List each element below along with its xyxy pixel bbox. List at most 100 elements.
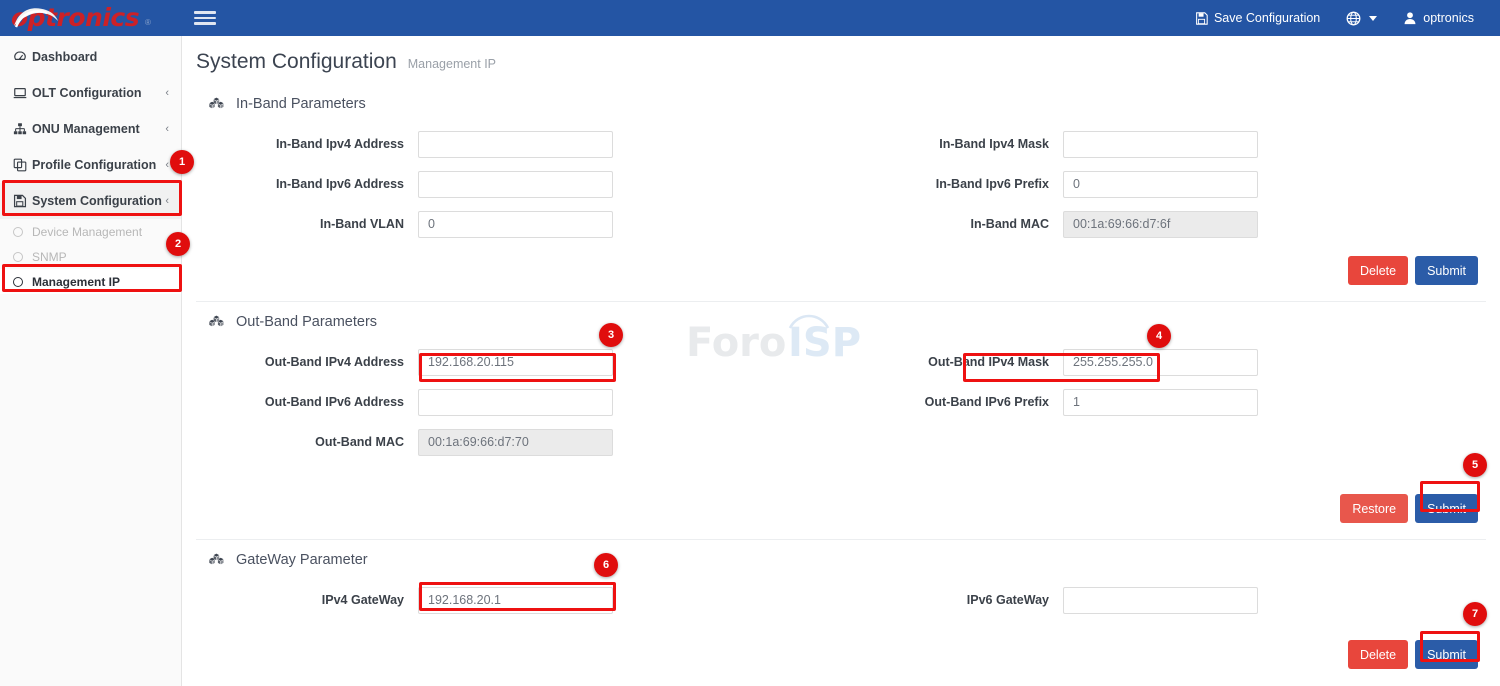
olt-icon (13, 86, 32, 100)
out-band-ipv6-address-input[interactable] (418, 389, 613, 416)
annotation-badge-7: 7 (1463, 602, 1487, 626)
field-row: In-Band Ipv4 Address In-Band Ipv4 Mask (196, 124, 1486, 164)
in-band-mac-input (1063, 211, 1258, 238)
sidebar-item-label: ONU Management (32, 122, 165, 136)
floppy-disk-icon (1195, 12, 1208, 25)
in-band-vlan-label: In-Band VLAN (196, 217, 418, 231)
sidebar: Dashboard OLT Configuration ‹ (0, 36, 182, 686)
out-band-section-title: Out-Band Parameters (236, 314, 377, 330)
out-band-submit-button[interactable]: Submit (1415, 494, 1478, 523)
gateway-submit-button[interactable]: Submit (1415, 640, 1478, 669)
in-band-ipv4-address-label: In-Band Ipv4 Address (196, 137, 418, 151)
sidebar-item-profile-configuration[interactable]: Profile Configuration ‹ (0, 147, 181, 183)
annotation-badge-6: 6 (594, 553, 618, 577)
sidebar-subitem-snmp[interactable]: SNMP (0, 244, 181, 269)
field-row: Out-Band IPv6 Address Out-Band IPv6 Pref… (196, 382, 1486, 422)
in-band-ipv6-prefix-label: In-Band Ipv6 Prefix (836, 177, 1063, 191)
in-band-section-title: In-Band Parameters (236, 96, 366, 112)
logo-registered-mark: ® (145, 18, 151, 27)
user-name-label: optronics (1423, 11, 1474, 25)
out-band-ipv4-address-input[interactable] (418, 349, 613, 376)
annotation-badge-4: 4 (1147, 324, 1171, 348)
out-band-ipv6-prefix-input[interactable] (1063, 389, 1258, 416)
circle-bullet-icon (13, 252, 23, 262)
field-row: In-Band VLAN In-Band MAC (196, 204, 1486, 244)
user-icon (1403, 11, 1417, 25)
globe-icon (1346, 11, 1361, 26)
ipv4-gateway-label: IPv4 GateWay (196, 593, 418, 607)
gateway-section-title: GateWay Parameter (236, 552, 368, 568)
ipv6-gateway-input[interactable] (1063, 587, 1258, 614)
field-row: IPv4 GateWay IPv6 GateWay (196, 580, 1486, 620)
annotation-badge-2: 2 (166, 232, 190, 256)
sidebar-item-label: Profile Configuration (32, 158, 165, 172)
out-band-ipv6-prefix-label: Out-Band IPv6 Prefix (836, 395, 1063, 409)
circle-bullet-icon (13, 227, 23, 237)
gateway-button-row: Delete Submit (196, 620, 1486, 685)
out-band-mac-input (418, 429, 613, 456)
sidebar-item-dashboard[interactable]: Dashboard (0, 39, 181, 75)
out-band-ipv4-mask-label: Out-Band IPv4 Mask (836, 355, 1063, 369)
page-header: System Configuration Management IP (182, 36, 1500, 84)
out-band-mac-label: Out-Band MAC (196, 435, 418, 449)
out-band-ipv4-address-label: Out-Band IPv4 Address (196, 355, 418, 369)
sidebar-item-system-configuration[interactable]: System Configuration ‹ (0, 183, 181, 219)
out-band-ipv6-address-label: Out-Band IPv6 Address (196, 395, 418, 409)
hamburger-menu-icon[interactable] (194, 8, 216, 28)
ipv6-gateway-label: IPv6 GateWay (836, 593, 1063, 607)
in-band-ipv4-address-input[interactable] (418, 131, 613, 158)
annotation-badge-3: 3 (599, 323, 623, 347)
brand-logo[interactable]: optronics ® (0, 0, 182, 36)
field-row: In-Band Ipv6 Address In-Band Ipv6 Prefix (196, 164, 1486, 204)
out-band-fields: Out-Band IPv4 Address Out-Band IPv4 Mask… (196, 340, 1486, 462)
field-row: Out-Band IPv4 Address Out-Band IPv4 Mask (196, 342, 1486, 382)
logo-text: optronics (11, 3, 139, 32)
sidebar-item-label: Dashboard (32, 50, 169, 64)
in-band-ipv6-address-label: In-Band Ipv6 Address (196, 177, 418, 191)
out-band-ipv4-mask-input[interactable] (1063, 349, 1258, 376)
chevron-left-icon: ‹ (165, 123, 169, 135)
system-icon (13, 194, 32, 208)
language-selector[interactable] (1346, 11, 1377, 26)
cubes-icon (208, 97, 227, 112)
out-band-button-row: Restore Submit (196, 462, 1486, 539)
sidebar-subitem-device-management[interactable]: Device Management (0, 219, 181, 244)
dashboard-icon (13, 50, 32, 64)
annotation-badge-1: 1 (170, 150, 194, 174)
circle-bullet-icon (13, 277, 23, 287)
profile-icon (13, 158, 32, 172)
in-band-vlan-input[interactable] (418, 211, 613, 238)
sidebar-item-olt-configuration[interactable]: OLT Configuration ‹ (0, 75, 181, 111)
sidebar-subitem-management-ip[interactable]: Management IP (0, 269, 181, 294)
in-band-section-header: In-Band Parameters (196, 84, 1486, 122)
out-band-restore-button[interactable]: Restore (1340, 494, 1408, 523)
gateway-section-header: GateWay Parameter (196, 540, 1486, 578)
in-band-parameters-panel: In-Band Parameters In-Band Ipv4 Address … (196, 84, 1486, 302)
chevron-left-icon: ‹ (165, 87, 169, 99)
ipv4-gateway-input[interactable] (418, 587, 613, 614)
sidebar-subitem-label: Device Management (32, 225, 142, 239)
gateway-fields: IPv4 GateWay IPv6 GateWay (196, 578, 1486, 620)
in-band-delete-button[interactable]: Delete (1348, 256, 1408, 285)
out-band-section-header: Out-Band Parameters (196, 302, 1486, 340)
in-band-ipv4-mask-input[interactable] (1063, 131, 1258, 158)
cubes-icon (208, 553, 227, 568)
gateway-delete-button[interactable]: Delete (1348, 640, 1408, 669)
save-configuration-label: Save Configuration (1214, 11, 1320, 25)
page-subtitle: Management IP (408, 57, 496, 71)
user-menu[interactable]: optronics (1403, 11, 1474, 25)
field-row: Out-Band MAC (196, 422, 1486, 462)
in-band-ipv6-prefix-input[interactable] (1063, 171, 1258, 198)
in-band-submit-button[interactable]: Submit (1415, 256, 1478, 285)
chevron-left-icon: ‹ (165, 195, 169, 207)
annotation-badge-5: 5 (1463, 453, 1487, 477)
chevron-down-icon (1369, 16, 1377, 21)
in-band-button-row: Delete Submit (196, 244, 1486, 301)
in-band-ipv6-address-input[interactable] (418, 171, 613, 198)
onu-icon (13, 122, 32, 136)
sidebar-item-onu-management[interactable]: ONU Management ‹ (0, 111, 181, 147)
in-band-mac-label: In-Band MAC (836, 217, 1063, 231)
save-configuration-button[interactable]: Save Configuration (1195, 11, 1320, 25)
out-band-parameters-panel: Foro ISP Out-Band Parameters (196, 302, 1486, 540)
chevron-left-icon: ‹ (165, 159, 169, 171)
